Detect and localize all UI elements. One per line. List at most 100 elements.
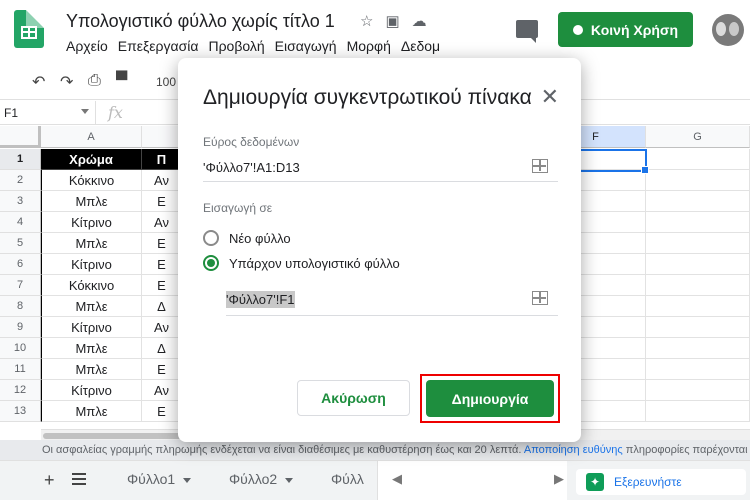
close-icon[interactable]: ✕ <box>541 84 559 110</box>
radio-button[interactable] <box>203 230 219 246</box>
column-header-b[interactable] <box>142 126 182 148</box>
table-cell[interactable]: Μπλε <box>41 191 142 212</box>
print-icon[interactable]: ⎙ <box>88 72 101 90</box>
row-header[interactable]: 13 <box>0 401 41 422</box>
select-all-corner[interactable] <box>0 126 41 148</box>
table-cell[interactable] <box>646 254 750 275</box>
name-box[interactable]: F1 <box>0 101 96 125</box>
table-cell[interactable]: Μπλε <box>41 401 142 422</box>
table-cell[interactable]: Κόκκινο <box>41 170 142 191</box>
table-cell[interactable]: Μπλε <box>41 233 142 254</box>
table-cell[interactable]: Ε <box>142 359 182 380</box>
zoom-select[interactable]: 100 <box>156 75 176 89</box>
table-cell[interactable]: Κόκκινο <box>41 275 142 296</box>
avatar[interactable] <box>712 14 744 46</box>
table-cell[interactable]: Κίτρινο <box>41 380 142 401</box>
row-header[interactable]: 6 <box>0 254 41 275</box>
add-sheet-icon[interactable]: + <box>44 470 55 491</box>
table-cell[interactable]: Κίτρινο <box>41 254 142 275</box>
radio-button-selected[interactable] <box>203 255 219 271</box>
row-header[interactable]: 12 <box>0 380 41 401</box>
table-cell[interactable]: Αν <box>142 212 182 233</box>
table-cell[interactable] <box>646 296 750 317</box>
table-header-cell[interactable]: Χρώμα <box>41 149 142 170</box>
table-cell[interactable] <box>646 149 750 170</box>
person-icon <box>572 24 583 35</box>
undo-icon[interactable]: ↶ <box>32 72 45 92</box>
table-cell[interactable]: Αν <box>142 380 182 401</box>
table-cell[interactable] <box>646 380 750 401</box>
share-button[interactable]: Κοινή Χρήση <box>558 12 693 47</box>
table-cell[interactable]: Δ <box>142 296 182 317</box>
comments-icon[interactable] <box>516 20 538 43</box>
table-cell[interactable] <box>646 317 750 338</box>
tab-sheet3[interactable]: Φύλλ <box>331 471 364 487</box>
row-header[interactable]: 9 <box>0 317 41 338</box>
star-icon[interactable]: ☆ <box>360 13 373 30</box>
table-cell[interactable]: Αν <box>142 170 182 191</box>
table-cell[interactable] <box>646 170 750 191</box>
document-title[interactable]: Υπολογιστικό φύλλο χωρίς τίτλο 1 <box>66 11 335 32</box>
table-cell[interactable]: Ε <box>142 401 182 422</box>
cancel-button[interactable]: Ακύρωση <box>297 380 410 416</box>
column-header-a[interactable]: A <box>41 126 142 148</box>
data-range-field[interactable]: 'Φύλλο7'!A1:D13 <box>203 154 558 182</box>
menu-file[interactable]: Αρχείο <box>66 38 108 54</box>
table-cell[interactable]: Ε <box>142 275 182 296</box>
table-cell[interactable] <box>646 401 750 422</box>
table-cell[interactable]: Ε <box>142 191 182 212</box>
menu-insert[interactable]: Εισαγωγή <box>275 38 337 54</box>
cloud-status-icon[interactable]: ☁ <box>412 13 427 30</box>
tab-sheet2[interactable]: Φύλλο2 <box>229 471 294 487</box>
range-label: Εύρος δεδομένων <box>203 135 300 149</box>
radio-existing-sheet[interactable]: Υπάρχον υπολογιστικό φύλλο <box>203 255 400 271</box>
explore-button[interactable]: ✦ Εξερευνήστε <box>576 469 746 495</box>
disclaimer-link[interactable]: Αποποίηση ευθύνης <box>524 444 623 456</box>
sheet-tabs-bar: + Φύλλο1 Φύλλο2 Φύλλ ◀ ▶ ✦ Εξερευνήστε <box>0 460 750 500</box>
row-header[interactable]: 2 <box>0 170 41 191</box>
table-cell[interactable]: Ε <box>142 233 182 254</box>
table-header-cell[interactable]: Π <box>142 149 182 170</box>
menu-view[interactable]: Προβολή <box>208 38 264 54</box>
table-cell[interactable]: Κίτρινο <box>41 317 142 338</box>
table-cell[interactable]: Μπλε <box>41 296 142 317</box>
radio-new-sheet[interactable]: Νέο φύλλο <box>203 230 291 246</box>
row-header[interactable]: 10 <box>0 338 41 359</box>
table-cell[interactable] <box>646 338 750 359</box>
row-header[interactable]: 4 <box>0 212 41 233</box>
select-range-icon[interactable] <box>532 159 548 173</box>
table-cell[interactable] <box>646 233 750 254</box>
table-cell[interactable] <box>646 359 750 380</box>
menu-data[interactable]: Δεδομ <box>401 38 440 54</box>
tab-sheet2-label: Φύλλο2 <box>229 471 278 487</box>
table-cell[interactable] <box>646 212 750 233</box>
table-cell[interactable]: Ε <box>142 254 182 275</box>
table-cell[interactable]: Μπλε <box>41 338 142 359</box>
row-header[interactable]: 1 <box>0 149 41 170</box>
scroll-right-icon[interactable]: ▶ <box>554 471 564 487</box>
all-sheets-icon[interactable] <box>72 473 86 485</box>
sheets-logo-icon[interactable] <box>14 10 44 48</box>
menu-format[interactable]: Μορφή <box>347 38 391 54</box>
table-cell[interactable]: Μπλε <box>41 359 142 380</box>
table-cell[interactable] <box>646 191 750 212</box>
redo-icon[interactable]: ↷ <box>60 72 73 92</box>
scroll-left-icon[interactable]: ◀ <box>392 471 402 487</box>
row-header[interactable]: 8 <box>0 296 41 317</box>
table-cell[interactable]: Δ <box>142 338 182 359</box>
row-header[interactable]: 3 <box>0 191 41 212</box>
tab-sheet1[interactable]: Φύλλο1 <box>127 471 192 487</box>
create-button[interactable]: Δημιουργία <box>426 380 554 417</box>
row-header[interactable]: 7 <box>0 275 41 296</box>
paint-format-icon[interactable]: ▀ <box>116 72 127 90</box>
row-header[interactable]: 11 <box>0 359 41 380</box>
column-header-g[interactable]: G <box>646 126 750 148</box>
table-cell[interactable]: Κίτρινο <box>41 212 142 233</box>
row-header[interactable]: 5 <box>0 233 41 254</box>
table-cell[interactable]: Αν <box>142 317 182 338</box>
table-cell[interactable] <box>646 275 750 296</box>
select-range-icon[interactable] <box>532 291 548 305</box>
destination-field[interactable]: 'Φύλλο7'!F1 <box>226 286 558 316</box>
move-folder-icon[interactable]: ▣ <box>385 13 399 30</box>
menu-edit[interactable]: Επεξεργασία <box>118 38 199 54</box>
